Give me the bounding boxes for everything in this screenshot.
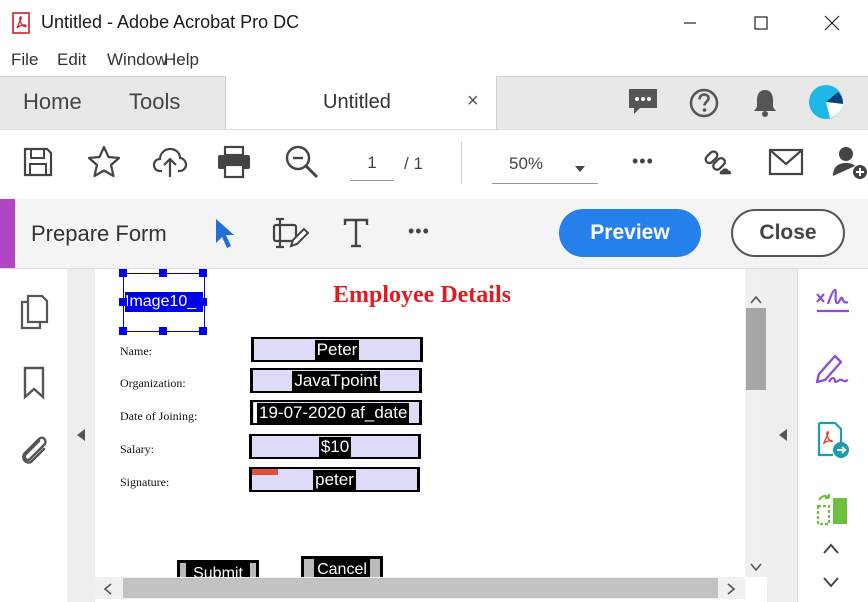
resize-handle[interactable] [199,327,207,335]
prepare-form-accent [0,199,15,268]
horizontal-scroll-thumb[interactable] [123,578,718,598]
label-signature: Signature: [120,475,170,489]
bookmark-icon[interactable] [22,366,46,400]
cloud-upload-icon[interactable] [152,144,188,180]
preview-button-label: Preview [590,221,670,244]
cancel-button-label: Cancel [317,561,367,578]
panel-scroll-down-icon[interactable] [822,575,840,593]
menu-view[interactable]: Window [107,50,167,70]
star-bookmark-icon[interactable] [86,144,122,180]
more-tools-button[interactable]: ••• [632,151,654,172]
add-text-icon[interactable] [342,217,370,249]
signature-field[interactable]: peter [249,467,420,492]
name-text-field[interactable]: Peter [251,337,423,362]
user-avatar-icon[interactable] [808,84,844,120]
request-signature-icon[interactable] [813,352,851,388]
maximize-button[interactable] [738,0,784,45]
page-number-input[interactable]: 1 [350,150,394,181]
name-field-value: Peter [314,339,360,360]
page-thumbnails-icon[interactable] [19,294,49,330]
window-title: Untitled - Adobe Acrobat Pro DC [41,12,300,32]
tab-close-button[interactable]: × [467,90,479,113]
signature-flag-icon [252,469,278,475]
tab-home[interactable]: Home [23,89,82,115]
button-edge [370,559,380,578]
toolbar-divider [461,142,462,184]
cancel-form-button[interactable]: Cancel [301,556,383,578]
more-form-tools-button[interactable]: ••• [408,221,430,242]
zoom-select[interactable]: 50% [492,150,598,184]
scroll-left-arrow-icon[interactable] [103,582,112,600]
button-edge [304,559,314,578]
select-pointer-icon[interactable] [213,217,239,249]
label-date-of-joining: Date of Joining: [120,409,198,423]
label-name: Name: [120,344,152,358]
page-count: / 1 [404,154,423,173]
label-salary: Salary: [120,442,154,456]
image-field-label: Image10_ [125,292,203,312]
close-window-button[interactable] [809,0,855,45]
export-pdf-icon[interactable] [815,421,851,459]
form-field-edit-icon[interactable] [271,216,310,250]
collapse-left-arrow-icon[interactable] [76,428,86,447]
panel-scroll-up-icon[interactable] [822,542,840,560]
salary-field-value: $10 [318,436,352,457]
organization-text-field[interactable]: JavaTpoint [250,368,422,393]
zoom-search-icon[interactable] [284,144,320,180]
signature-field-value: peter [313,469,356,490]
resize-handle[interactable] [119,327,127,335]
prepare-form-title: Prepare Form [31,221,167,246]
vertical-scroll-thumb[interactable] [746,308,766,390]
zoom-value: 50% [509,154,544,173]
save-icon[interactable] [20,144,56,180]
menu-window[interactable]: Help [164,50,199,70]
resize-handle[interactable] [199,269,207,277]
date-of-joining-field[interactable]: 19-07-2020 af_date [250,400,422,425]
page-number-value: 1 [367,153,377,172]
fill-and-sign-icon[interactable] [815,286,851,316]
close-form-button-label: Close [759,221,817,244]
acrobat-logo-icon [12,12,32,34]
document-heading: Employee Details [333,282,511,308]
tab-document-label: Untitled [323,91,391,113]
email-icon[interactable] [768,144,804,180]
notification-bell-icon[interactable] [750,87,780,119]
attachment-paperclip-icon[interactable] [17,433,51,467]
menu-edit[interactable]: Edit [57,50,86,70]
share-link-icon[interactable] [702,144,738,180]
scroll-up-arrow-icon[interactable] [750,291,762,309]
label-organization: Organization: [120,376,186,390]
comment-icon[interactable] [626,86,660,118]
help-icon[interactable] [688,87,720,119]
resize-handle[interactable] [199,298,207,306]
collapse-right-arrow-icon[interactable] [778,428,788,447]
salary-text-field[interactable]: $10 [249,434,421,459]
resize-handle[interactable] [159,269,167,277]
chevron-down-icon [574,160,586,178]
resize-handle[interactable] [119,269,127,277]
resize-handle[interactable] [159,327,167,335]
close-form-button[interactable]: Close [731,209,845,257]
scroll-down-arrow-icon[interactable] [750,558,762,576]
scroll-right-arrow-icon[interactable] [727,582,736,600]
preview-button[interactable]: Preview [559,209,701,257]
add-user-icon[interactable] [832,144,868,180]
date-field-value: 19-07-2020 af_date [254,402,410,423]
menu-file[interactable]: File [11,50,38,70]
print-icon[interactable] [216,144,252,180]
minimize-button[interactable] [667,0,713,45]
tab-tools[interactable]: Tools [129,89,180,115]
resize-handle[interactable] [119,298,127,306]
organize-pages-icon[interactable] [815,492,851,528]
organization-field-value: JavaTpoint [292,370,380,391]
